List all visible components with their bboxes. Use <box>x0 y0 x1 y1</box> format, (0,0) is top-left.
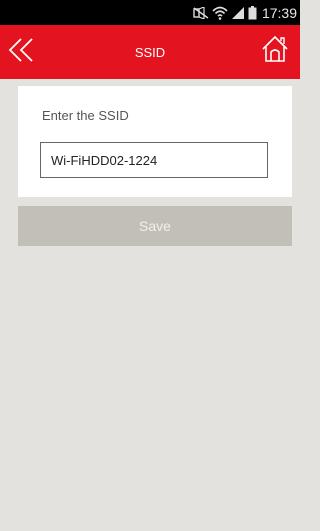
ssid-label: Enter the SSID <box>42 108 129 123</box>
double-chevron-left-icon <box>8 37 36 68</box>
mute-icon <box>193 6 209 19</box>
wifi-icon <box>212 6 228 20</box>
home-button[interactable] <box>258 33 292 69</box>
back-button[interactable] <box>4 34 40 70</box>
status-time: 17:39 <box>261 4 297 21</box>
status-bar: 17:39 <box>0 0 300 25</box>
page-title: SSID <box>134 44 166 60</box>
ssid-card: Enter the SSID <box>18 86 292 197</box>
save-button[interactable]: Save <box>18 206 292 246</box>
battery-icon <box>248 5 257 20</box>
ssid-input[interactable] <box>40 142 268 178</box>
home-icon <box>261 35 289 68</box>
signal-icon <box>231 6 245 20</box>
app-bar: SSID <box>0 25 300 79</box>
phone-screen: 17:39 SSID Enter the SSID Wi-FiHDD02-122… <box>0 0 300 531</box>
